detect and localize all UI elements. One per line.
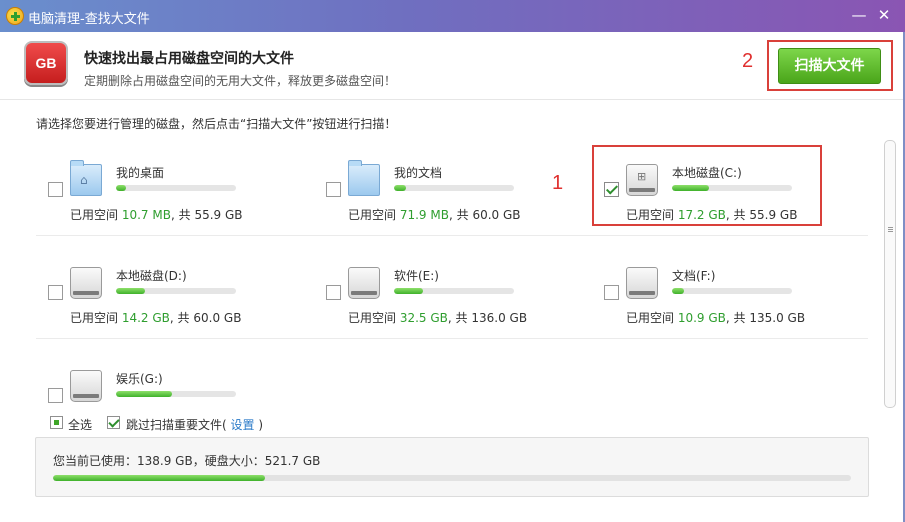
hard-drive-icon [348, 267, 380, 299]
drive-item[interactable]: 软件(E:) 已用空间 32.5 GB, 共 136.0 GB [326, 255, 576, 335]
header-subtitle: 定期删除占用磁盘空间的无用大文件，释放更多磁盘空间！ [84, 74, 397, 88]
scan-large-files-button[interactable]: 扫描大文件 [778, 48, 881, 84]
drive-name: 本地磁盘(D:) [116, 269, 187, 283]
hard-drive-icon [70, 267, 102, 299]
drive-usage-fill [672, 185, 710, 191]
drive-checkbox[interactable] [48, 388, 63, 403]
scrollbar[interactable] [884, 140, 896, 408]
drive-usage-fill [394, 185, 406, 191]
gb-icon: GB [24, 41, 68, 85]
windows-drive-icon: ⊞ [626, 164, 658, 196]
header-title: 快速找出最占用磁盘空间的大文件 [84, 51, 294, 67]
drive-usage-bar [116, 288, 236, 294]
drive-checkbox[interactable] [48, 285, 63, 300]
disk-summary-panel: 您当前已使用：138.9 GB，硬盘大小：521.7 GB [35, 437, 869, 497]
hard-drive-icon [626, 267, 658, 299]
desktop-folder-icon: ⌂ [70, 160, 102, 196]
drive-usage-text: 已用空间 10.7 MB, 共 55.9 GB [70, 208, 243, 222]
drive-usage-text: 已用空间 14.2 GB, 共 60.0 GB [70, 311, 242, 325]
row-divider [36, 235, 868, 236]
skip-important-checkbox[interactable] [107, 416, 120, 429]
drive-item[interactable]: ⊞ 本地磁盘(C:) 已用空间 17.2 GB, 共 55.9 GB [604, 152, 854, 232]
drive-name: 软件(E:) [394, 269, 439, 283]
drive-name: 文档(F:) [672, 269, 716, 283]
drive-usage-text: 已用空间 32.5 GB, 共 136.0 GB [348, 311, 528, 325]
minimize-button[interactable]: — [850, 6, 868, 24]
drive-usage-bar [116, 185, 236, 191]
drive-checkbox[interactable] [48, 182, 63, 197]
drive-usage-text: 已用空间 71.9 MB, 共 60.0 GB [348, 208, 521, 222]
select-all-label: 全选 [68, 418, 93, 432]
drive-usage-fill [116, 288, 145, 294]
hard-drive-icon [70, 370, 102, 402]
drive-usage-text: 已用空间 10.9 GB, 共 135.0 GB [626, 311, 806, 325]
drive-name: 本地磁盘(C:) [672, 166, 742, 180]
window-title: 电脑清理-查找大文件 [28, 12, 150, 27]
drive-name: 我的桌面 [116, 166, 165, 180]
drive-usage-bar [394, 288, 514, 294]
drive-item[interactable]: ⌂ 我的桌面 已用空间 10.7 MB, 共 55.9 GB [48, 152, 298, 232]
drive-checkbox[interactable] [604, 182, 619, 197]
drive-usage-fill [394, 288, 423, 294]
disk-summary-text: 您当前已使用：138.9 GB，硬盘大小：521.7 GB [53, 454, 321, 468]
drive-checkbox[interactable] [326, 285, 341, 300]
scrollbar-grip-icon[interactable] [888, 227, 893, 228]
documents-folder-icon [348, 160, 380, 196]
drive-name: 娱乐(G:) [116, 372, 163, 386]
drive-usage-text: 已用空间 17.2 GB, 共 55.9 GB [626, 208, 798, 222]
disk-summary-bar [53, 475, 851, 481]
drive-checkbox[interactable] [604, 285, 619, 300]
drive-item[interactable]: 文档(F:) 已用空间 10.9 GB, 共 135.0 GB [604, 255, 854, 335]
disk-summary-fill [53, 475, 266, 481]
drive-usage-fill [116, 391, 173, 397]
drive-item[interactable]: 娱乐(G:) [48, 358, 298, 406]
drive-name: 我的文档 [394, 166, 443, 180]
drive-item[interactable]: 本地磁盘(D:) 已用空间 14.2 GB, 共 60.0 GB [48, 255, 298, 335]
select-all-checkbox[interactable] [50, 416, 63, 429]
drive-usage-bar [116, 391, 236, 397]
title-bar: 电脑清理-查找大文件 — ✕ [0, 0, 905, 32]
drive-usage-fill [116, 185, 126, 191]
drive-usage-bar [672, 288, 792, 294]
skip-important-label: 跳过扫描重要文件( 设置 ) [126, 418, 264, 432]
drive-item[interactable]: 我的文档 已用空间 71.9 MB, 共 60.0 GB [326, 152, 576, 232]
drive-checkbox[interactable] [326, 182, 341, 197]
app-logo-icon [6, 7, 24, 25]
instruction-text: 请选择您要进行管理的磁盘，然后点击“扫描大文件”按钮进行扫描！ [36, 117, 397, 131]
close-button[interactable]: ✕ [875, 6, 893, 24]
settings-link[interactable]: 设置 [231, 418, 255, 432]
gb-icon-label: GB [35, 55, 57, 71]
drive-usage-bar [672, 185, 792, 191]
row-divider [36, 338, 868, 339]
drive-usage-fill [672, 288, 684, 294]
drive-usage-bar [394, 185, 514, 191]
annotation-2: 2 [742, 50, 754, 72]
